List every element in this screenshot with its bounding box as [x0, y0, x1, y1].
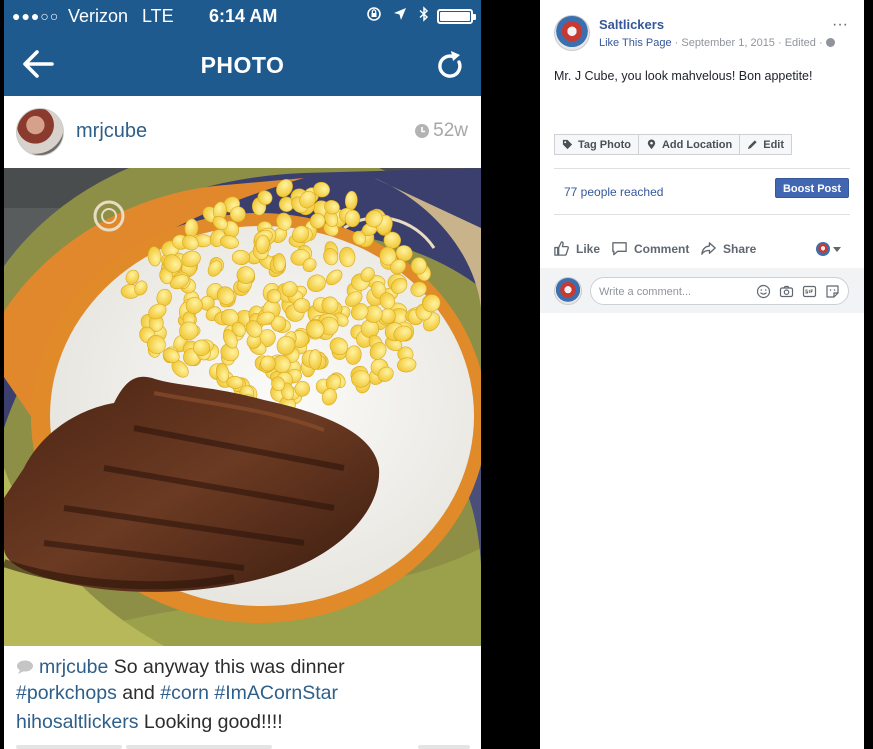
corn-kernel — [260, 355, 276, 372]
caption-username[interactable]: mrjcube — [39, 656, 108, 678]
add-location-label: Add Location — [661, 138, 733, 151]
location-pin-icon — [647, 139, 656, 150]
nav-bar: PHOTO — [4, 32, 481, 96]
corn-kernel — [272, 253, 286, 272]
hashtag-imacornstar[interactable]: #ImACornStar — [214, 682, 338, 704]
post-text: Mr. J Cube, you look mahvelous! Bon appe… — [554, 69, 813, 83]
like-label: Like — [576, 241, 601, 256]
tag-photo-label: Tag Photo — [578, 138, 631, 151]
tag-photo-button[interactable]: Tag Photo — [554, 134, 639, 155]
post-caption: mrjcube So anyway this was dinner #porkc… — [4, 646, 481, 749]
rotation-lock-icon — [367, 7, 381, 21]
corn-kernel — [293, 298, 311, 314]
add-location-button[interactable]: Add Location — [638, 134, 741, 155]
thumbs-up-icon — [554, 241, 569, 256]
comment-composer — [540, 268, 864, 313]
divider — [554, 168, 850, 169]
caption-hashtags: #porkchops and #corn #ImACornStar — [16, 680, 481, 706]
pencil-icon — [748, 140, 757, 150]
food-photo-illustration — [4, 168, 481, 646]
more-options-icon[interactable]: ··· — [832, 17, 848, 33]
divider — [554, 214, 850, 215]
emoji-icon[interactable] — [756, 284, 771, 299]
post-header: mrjcube 52w — [4, 96, 481, 168]
caption-text: So anyway this was dinner — [113, 656, 345, 678]
boost-post-button[interactable]: Boost Post — [775, 178, 849, 198]
comment-text: Looking good!!!! — [143, 711, 283, 733]
location-arrow-icon — [394, 8, 407, 20]
page-title: PHOTO — [200, 52, 285, 78]
corn-kernel — [236, 266, 255, 284]
facebook-post: Saltlickers Like This Page · September 1… — [540, 0, 864, 313]
battery-icon — [437, 9, 476, 24]
tag-icon — [562, 139, 573, 150]
comment-box — [590, 277, 849, 305]
bluetooth-icon — [419, 6, 428, 22]
hashtag-corn[interactable]: #corn — [160, 682, 209, 704]
more-button-bar[interactable] — [418, 745, 470, 749]
gif-icon[interactable] — [802, 284, 817, 299]
reaction-bar: Like Comment Share — [553, 240, 853, 260]
corn-kernel — [321, 296, 339, 314]
clock-icon — [415, 124, 430, 138]
speech-bubble-icon — [17, 660, 33, 674]
post-photo[interactable] — [4, 168, 481, 646]
refresh-icon[interactable] — [432, 48, 468, 84]
comment-button[interactable]: Comment — [611, 240, 689, 257]
comment-button-bar[interactable] — [126, 745, 272, 749]
page-name[interactable]: Saltlickers — [599, 17, 664, 32]
photo-actions: Tag Photo Add Location Edit — [554, 134, 793, 155]
page-avatar[interactable] — [554, 15, 590, 51]
comment-bubble-icon — [612, 242, 627, 256]
avatar[interactable] — [16, 108, 64, 156]
edit-label: Edit — [763, 138, 785, 151]
comment-input[interactable] — [599, 282, 759, 301]
share-label: Share — [723, 241, 757, 256]
edit-button[interactable]: Edit — [740, 134, 793, 155]
post-as-selector[interactable] — [816, 242, 841, 256]
page-mini-avatar — [816, 242, 830, 256]
comment-tools — [756, 284, 840, 299]
chevron-down-icon — [833, 246, 841, 252]
comment-line: hihosaltlickers Looking good!!!! — [16, 709, 481, 735]
share-arrow-icon — [701, 242, 716, 255]
post-username[interactable]: mrjcube — [76, 120, 147, 143]
corn-kernel — [410, 257, 427, 275]
status-time: 6:14 AM — [209, 6, 278, 26]
like-page-link[interactable]: Like This Page — [599, 37, 672, 49]
facebook-post-panel: Saltlickers Like This Page · September 1… — [540, 0, 864, 749]
post-age-text: 52w — [433, 120, 468, 141]
caption-and: and — [122, 682, 155, 704]
camera-icon[interactable] — [779, 284, 794, 299]
instagram-screenshot: ●●●○○ Verizon LTE 6:14 AM PHOTO mrjcube … — [4, 0, 481, 749]
post-meta: Like This Page · September 1, 2015 · Edi… — [599, 37, 835, 49]
status-icons — [366, 6, 429, 26]
post-date[interactable]: · September 1, 2015 · Edited · — [675, 37, 823, 49]
share-button[interactable]: Share — [700, 240, 756, 257]
network-type: LTE — [142, 6, 174, 26]
reach-link[interactable]: 77 people reached — [564, 185, 663, 199]
like-button[interactable]: Like — [553, 240, 600, 257]
comment-label: Comment — [634, 241, 690, 256]
like-button-bar[interactable] — [16, 745, 122, 749]
comment-username[interactable]: hihosaltlickers — [16, 711, 138, 733]
globe-icon[interactable] — [825, 38, 835, 47]
signal-strength-icon: ●●●○○ — [12, 8, 60, 24]
caption-line: mrjcube So anyway this was dinner — [16, 654, 481, 680]
hashtag-porkchops[interactable]: #porkchops — [16, 682, 117, 704]
ios-status-bar: ●●●○○ Verizon LTE 6:14 AM — [4, 0, 481, 32]
commenter-avatar — [554, 277, 582, 305]
carrier-name: Verizon — [68, 6, 129, 26]
sticker-icon[interactable] — [825, 284, 840, 299]
post-age: 52w — [414, 120, 468, 142]
